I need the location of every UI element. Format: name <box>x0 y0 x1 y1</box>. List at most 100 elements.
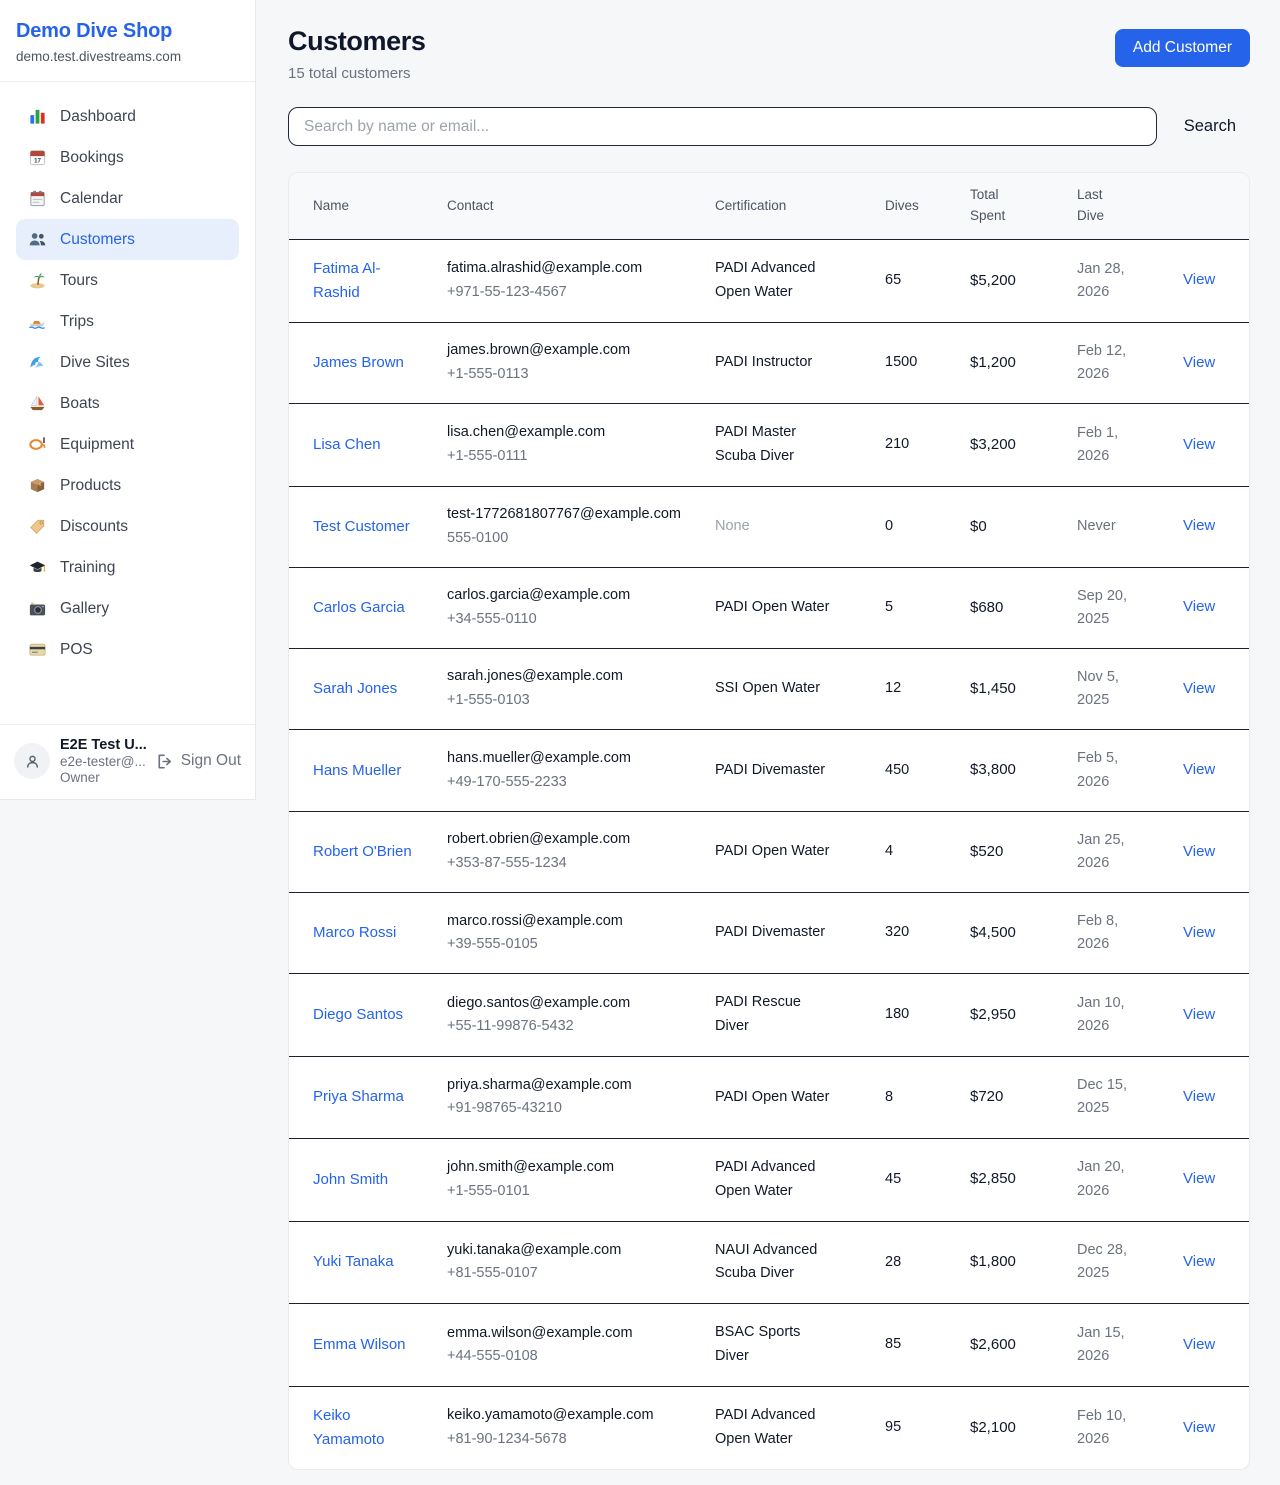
customer-certification: PADI Master Scuba Diver <box>715 421 831 469</box>
customer-last-dive: Sep 20, 2025 <box>1077 585 1139 631</box>
customer-dives: 1500 <box>873 322 958 403</box>
customer-dives: 12 <box>873 648 958 729</box>
customer-last-dive: Jan 15, 2026 <box>1077 1322 1139 1368</box>
tag-icon <box>28 517 47 536</box>
customer-dives: 85 <box>873 1304 958 1387</box>
sidebar-item-label: Trips <box>60 313 94 331</box>
customer-email: emma.wilson@example.com <box>447 1323 691 1345</box>
customer-phone: +91-98765-43210 <box>447 1098 691 1120</box>
user-name: E2E Test U... <box>60 737 145 753</box>
view-link[interactable]: View <box>1183 598 1215 615</box>
sidebar-item-discounts[interactable]: Discounts <box>16 506 239 547</box>
customer-email: james.brown@example.com <box>447 340 691 362</box>
sign-out-button[interactable]: Sign Out <box>155 752 241 771</box>
table-row: Carlos Garcia carlos.garcia@example.com … <box>289 567 1249 648</box>
customer-name-link[interactable]: James Brown <box>313 351 404 375</box>
customer-last-dive: Jan 25, 2026 <box>1077 829 1139 875</box>
person-icon <box>23 752 42 771</box>
view-link[interactable]: View <box>1183 1419 1215 1436</box>
customer-name-link[interactable]: Priya Sharma <box>313 1085 404 1109</box>
sidebar-item-bookings[interactable]: 17 Bookings <box>16 137 239 178</box>
customer-name-link[interactable]: Keiko Yamamoto <box>313 1404 423 1452</box>
customer-email: test-1772681807767@example.com <box>447 504 691 526</box>
view-link[interactable]: View <box>1183 1088 1215 1105</box>
view-link[interactable]: View <box>1183 1006 1215 1023</box>
sidebar-item-boats[interactable]: Boats <box>16 383 239 424</box>
customer-name-link[interactable]: Lisa Chen <box>313 433 381 457</box>
customer-phone: +353-87-555-1234 <box>447 853 691 875</box>
customer-name-link[interactable]: John Smith <box>313 1168 388 1192</box>
view-link[interactable]: View <box>1183 1253 1215 1270</box>
view-link[interactable]: View <box>1183 354 1215 371</box>
customer-name-link[interactable]: Marco Rossi <box>313 921 396 945</box>
brand-name[interactable]: Demo Dive Shop <box>16 20 239 43</box>
customer-email: carlos.garcia@example.com <box>447 585 691 607</box>
customer-last-dive: Nov 5, 2025 <box>1077 666 1139 712</box>
search-input[interactable] <box>288 107 1157 146</box>
view-link[interactable]: View <box>1183 436 1215 453</box>
customer-email: john.smith@example.com <box>447 1157 691 1179</box>
sidebar-item-products[interactable]: Products <box>16 465 239 506</box>
view-link[interactable]: View <box>1183 271 1215 288</box>
user-box: E2E Test U... e2e-tester@... Owner Sign … <box>0 724 255 799</box>
sidebar-item-label: Discounts <box>60 518 128 536</box>
customer-email: yuki.tanaka@example.com <box>447 1240 691 1262</box>
view-link[interactable]: View <box>1183 1170 1215 1187</box>
sidebar-item-training[interactable]: Training <box>16 547 239 588</box>
customer-name-link[interactable]: Test Customer <box>313 515 410 539</box>
sidebar-item-label: Dashboard <box>60 108 136 126</box>
customer-name-link[interactable]: Fatima Al-Rashid <box>313 257 423 305</box>
sidebar-item-gallery[interactable]: Gallery <box>16 588 239 629</box>
customer-certification: BSAC Sports Diver <box>715 1321 831 1369</box>
column-header: Contact <box>435 173 703 239</box>
customer-certification: PADI Open Water <box>715 1086 829 1110</box>
customer-name-link[interactable]: Emma Wilson <box>313 1333 406 1357</box>
sidebar-item-label: Tours <box>60 272 98 290</box>
table-row: Fatima Al-Rashid fatima.alrashid@example… <box>289 239 1249 322</box>
sidebar-item-pos[interactable]: POS <box>16 629 239 670</box>
main-content: Customers 15 total customers Add Custome… <box>256 0 1280 1470</box>
table-header-row: NameContactCertificationDivesTotal Spent… <box>289 173 1249 239</box>
sidebar-item-calendar[interactable]: Calendar <box>16 178 239 219</box>
avatar <box>14 743 50 779</box>
customer-certification: PADI Open Water <box>715 596 829 620</box>
brand: Demo Dive Shop demo.test.divestreams.com <box>0 0 255 82</box>
view-link[interactable]: View <box>1183 843 1215 860</box>
customer-phone: +1-555-0113 <box>447 364 691 386</box>
customer-name-link[interactable]: Carlos Garcia <box>313 596 405 620</box>
sidebar-item-tours[interactable]: Tours <box>16 260 239 301</box>
customer-name-link[interactable]: Hans Mueller <box>313 759 401 783</box>
customer-name-link[interactable]: Sarah Jones <box>313 677 397 701</box>
customer-dives: 65 <box>873 239 958 322</box>
customer-email: robert.obrien@example.com <box>447 829 691 851</box>
sidebar-item-dashboard[interactable]: Dashboard <box>16 96 239 137</box>
view-link[interactable]: View <box>1183 761 1215 778</box>
customer-dives: 0 <box>873 487 958 568</box>
customer-phone: +1-555-0101 <box>447 1181 691 1203</box>
sidebar-item-equipment[interactable]: Equipment <box>16 424 239 465</box>
sidebar-item-label: Training <box>60 559 115 577</box>
customer-name-link[interactable]: Diego Santos <box>313 1003 403 1027</box>
view-link[interactable]: View <box>1183 680 1215 697</box>
sidebar-item-label: Equipment <box>60 436 134 454</box>
dive-mask-icon <box>28 435 47 454</box>
view-link[interactable]: View <box>1183 924 1215 941</box>
column-header: Certification <box>703 173 873 239</box>
search-button[interactable]: Search <box>1184 117 1236 136</box>
view-link[interactable]: View <box>1183 1336 1215 1353</box>
customer-name-link[interactable]: Yuki Tanaka <box>313 1250 394 1274</box>
customer-name-link[interactable]: Robert O'Brien <box>313 840 412 864</box>
tear-off-calendar-icon: 17 <box>28 148 47 167</box>
sidebar-item-dive-sites[interactable]: Dive Sites <box>16 342 239 383</box>
customer-email: sarah.jones@example.com <box>447 666 691 688</box>
sidebar-item-customers[interactable]: Customers <box>16 219 239 260</box>
add-customer-button[interactable]: Add Customer <box>1115 29 1250 67</box>
customer-total-spent: $1,200 <box>958 322 1065 403</box>
table-row: John Smith john.smith@example.com +1-555… <box>289 1138 1249 1221</box>
customer-certification: PADI Open Water <box>715 840 829 864</box>
customer-last-dive: Feb 12, 2026 <box>1077 340 1139 386</box>
page-header: Customers 15 total customers Add Custome… <box>288 26 1250 82</box>
table-row: Marco Rossi marco.rossi@example.com +39-… <box>289 893 1249 974</box>
view-link[interactable]: View <box>1183 517 1215 534</box>
sidebar-item-trips[interactable]: Trips <box>16 301 239 342</box>
